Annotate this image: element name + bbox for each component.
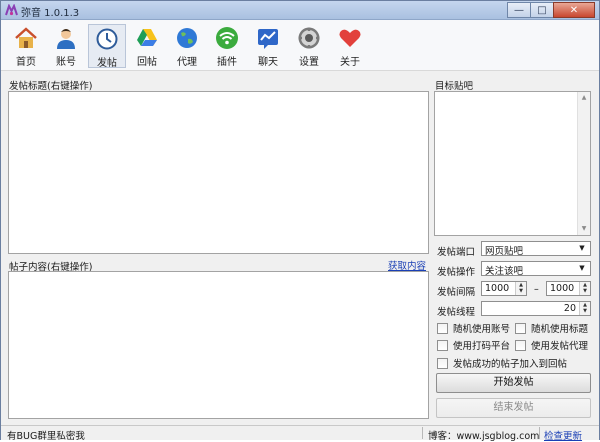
toolbar-label: 聊天 bbox=[258, 57, 278, 68]
toolbar-label: 首页 bbox=[16, 57, 36, 68]
post-port-value: 网页贴吧 bbox=[485, 246, 524, 257]
gear-icon bbox=[298, 27, 320, 49]
stop-post-button[interactable]: 结束发帖 bbox=[436, 398, 591, 418]
checkbox-label: 随机使用标题 bbox=[531, 324, 589, 335]
toolbar-label: 代理 bbox=[177, 57, 197, 68]
status-divider bbox=[539, 427, 540, 439]
toolbar-label: 设置 bbox=[299, 57, 319, 68]
minimize-button[interactable]: — bbox=[507, 2, 531, 18]
title-bar[interactable]: 弥音 1.0.1.3 — □ ✕ bbox=[1, 1, 599, 20]
scroll-up-arrow-icon[interactable]: ▲ bbox=[578, 92, 590, 104]
random-account-checkbox[interactable]: 随机使用账号 bbox=[437, 321, 510, 335]
window-title: 弥音 1.0.1.3 bbox=[21, 8, 80, 19]
threads-value: 20 bbox=[563, 303, 576, 314]
interval-max-value: 1000 bbox=[550, 283, 575, 294]
home-icon bbox=[15, 27, 37, 48]
toolbar-reply[interactable]: 回帖 bbox=[128, 24, 166, 68]
forum-list-scrollbar[interactable]: ▲ ▼ bbox=[577, 92, 590, 235]
checkbox-box[interactable] bbox=[437, 357, 448, 369]
interval-separator: – bbox=[534, 284, 539, 295]
toolbar-proxy[interactable]: 代理 bbox=[168, 24, 206, 68]
close-button[interactable]: ✕ bbox=[553, 2, 595, 18]
target-forum-label: 目标贴吧 bbox=[435, 81, 474, 92]
checkbox-label: 发帖成功的帖子加入到回帖 bbox=[453, 359, 568, 370]
post-port-select[interactable]: 网页贴吧 ▼ bbox=[481, 241, 591, 257]
clock-icon bbox=[96, 28, 118, 50]
use-captcha-checkbox[interactable]: 使用打码平台 bbox=[437, 338, 510, 352]
toolbar-label: 回帖 bbox=[137, 57, 157, 68]
toolbar-label: 插件 bbox=[217, 57, 237, 68]
globe-icon bbox=[177, 28, 197, 48]
main-toolbar: 首页 账号 发帖 回帖 代理 插件 聊天 设置 关于 bbox=[1, 20, 599, 71]
chat-chart-icon bbox=[258, 29, 278, 49]
chevron-down-icon: ▼ bbox=[579, 264, 585, 272]
spinner-arrows-icon[interactable]: ▲ ▼ bbox=[515, 282, 526, 295]
checkbox-box[interactable] bbox=[437, 322, 448, 334]
checkbox-label: 使用打码平台 bbox=[453, 341, 511, 352]
target-forum-list[interactable]: ▲ ▼ bbox=[434, 91, 591, 236]
add-to-reply-checkbox[interactable]: 发帖成功的帖子加入到回帖 bbox=[437, 356, 567, 370]
toolbar-account[interactable]: 账号 bbox=[47, 24, 85, 68]
fetch-content-link[interactable]: 获取内容 bbox=[388, 258, 426, 272]
status-bar: 有BUG群里私密我 博客：www.jsgblog.com 检查更新 bbox=[1, 425, 599, 442]
random-title-checkbox[interactable]: 随机使用标题 bbox=[515, 321, 588, 335]
post-action-value: 关注该吧 bbox=[485, 266, 524, 277]
toolbar-label: 发帖 bbox=[97, 58, 117, 69]
chevron-down-icon: ▼ bbox=[579, 244, 585, 252]
checkbox-box[interactable] bbox=[437, 339, 448, 351]
interval-min-spinner[interactable]: 1000 ▲ ▼ bbox=[481, 281, 527, 296]
toolbar-chat[interactable]: 聊天 bbox=[249, 24, 287, 68]
spinner-arrows-icon[interactable]: ▲ ▼ bbox=[579, 282, 590, 295]
drive-triangle-icon bbox=[137, 29, 157, 46]
wifi-icon bbox=[216, 27, 238, 49]
post-title-textarea[interactable] bbox=[8, 91, 429, 254]
scroll-down-arrow-icon[interactable]: ▼ bbox=[578, 223, 590, 235]
toolbar-home[interactable]: 首页 bbox=[7, 24, 45, 68]
maximize-button[interactable]: □ bbox=[530, 2, 554, 18]
post-action-label: 发帖操作 bbox=[437, 267, 476, 278]
post-interval-label: 发帖间隔 bbox=[437, 287, 476, 298]
status-divider bbox=[422, 427, 423, 439]
window-controls: — □ ✕ bbox=[507, 2, 595, 18]
checkbox-box[interactable] bbox=[515, 322, 526, 334]
toolbar-label: 账号 bbox=[56, 57, 76, 68]
toolbar-label: 关于 bbox=[340, 57, 360, 68]
interval-max-spinner[interactable]: 1000 ▲ ▼ bbox=[546, 281, 591, 296]
interval-min-value: 1000 bbox=[485, 283, 510, 294]
use-proxy-checkbox[interactable]: 使用发帖代理 bbox=[515, 338, 588, 352]
post-content-textarea[interactable] bbox=[8, 271, 429, 419]
app-logo-icon bbox=[5, 4, 18, 16]
post-title-label: 发帖标题(右键操作) bbox=[9, 81, 93, 92]
main-window: 弥音 1.0.1.3 — □ ✕ 首页 账号 发帖 回帖 代理 插件 聊天 设置… bbox=[0, 0, 600, 442]
post-action-select[interactable]: 关注该吧 ▼ bbox=[481, 261, 591, 277]
threads-spinner[interactable]: 20 ▲ ▼ bbox=[481, 301, 591, 316]
post-threads-label: 发帖线程 bbox=[437, 307, 476, 318]
heart-icon bbox=[339, 29, 361, 47]
toolbar-plugins[interactable]: 插件 bbox=[208, 24, 246, 68]
spinner-arrows-icon[interactable]: ▲ ▼ bbox=[579, 302, 590, 315]
toolbar-settings[interactable]: 设置 bbox=[290, 24, 328, 68]
toolbar-about[interactable]: 关于 bbox=[331, 24, 369, 68]
checkbox-label: 使用发帖代理 bbox=[531, 341, 589, 352]
post-port-label: 发帖端口 bbox=[437, 247, 476, 258]
checkbox-box[interactable] bbox=[515, 339, 526, 351]
toolbar-post[interactable]: 发帖 bbox=[88, 24, 126, 69]
user-icon bbox=[57, 29, 75, 49]
start-post-button[interactable]: 开始发帖 bbox=[436, 373, 591, 393]
checkbox-label: 随机使用账号 bbox=[453, 324, 511, 335]
